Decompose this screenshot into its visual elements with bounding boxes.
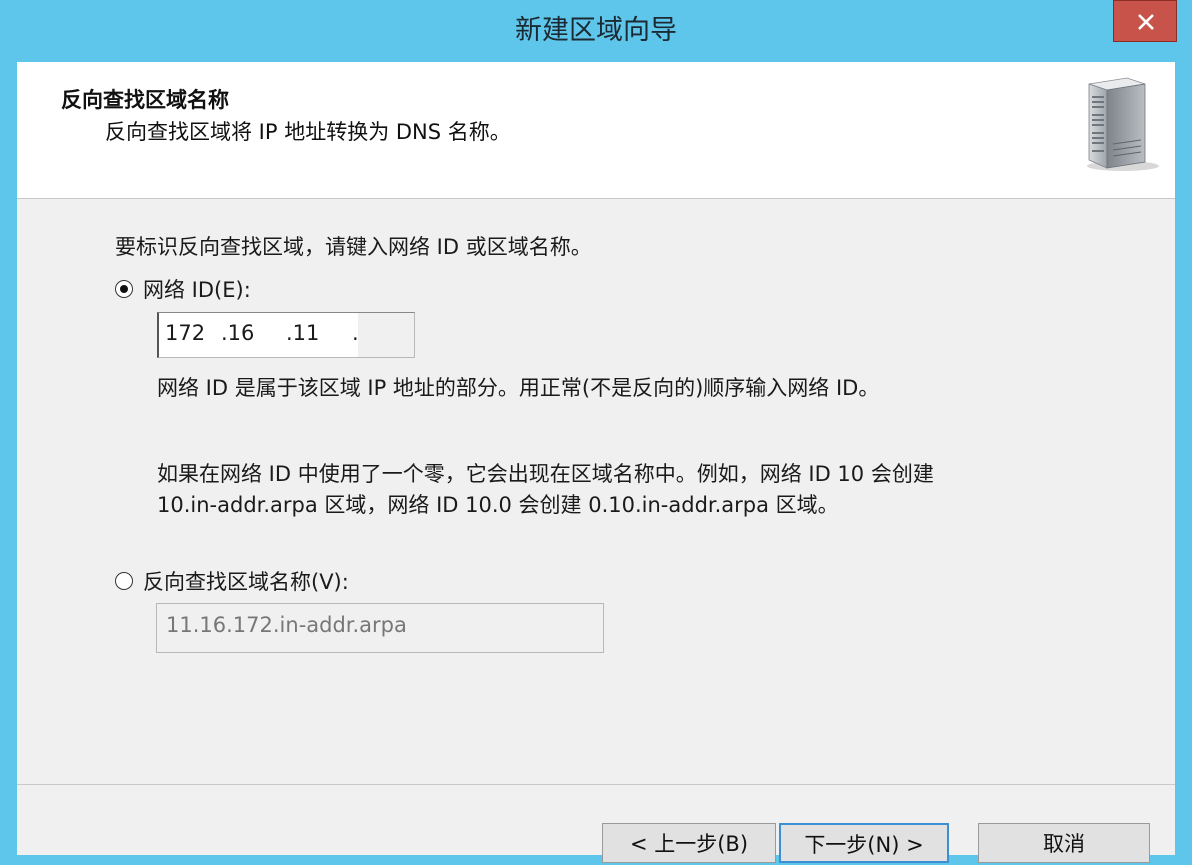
ip-octet-2[interactable]: .16: [221, 321, 254, 345]
network-id-label: 网络 ID(E):: [143, 278, 251, 302]
wizard-window: 新建区域向导 反向查找区域名称 反向查找区域将 IP 地址转换为 DNS 名称。: [0, 0, 1192, 863]
zero-note-line-2: 10.in-addr.arpa 区域，网络 ID 10.0 会创建 0.10.i…: [157, 493, 839, 517]
page-subtitle: 反向查找区域将 IP 地址转换为 DNS 名称。: [105, 120, 511, 144]
instruction-text: 要标识反向查找区域，请键入网络 ID 或区域名称。: [115, 235, 592, 259]
wizard-header: 反向查找区域名称 反向查找区域将 IP 地址转换为 DNS 名称。: [17, 62, 1175, 199]
cancel-button[interactable]: 取消: [978, 823, 1150, 863]
back-button[interactable]: < 上一步(B): [602, 823, 776, 863]
network-id-option[interactable]: 网络 ID(E):: [115, 274, 251, 304]
next-button[interactable]: 下一步(N) >: [779, 823, 949, 863]
zone-name-label: 反向查找区域名称(V):: [143, 570, 349, 594]
ip-octet-1[interactable]: 172: [165, 321, 205, 345]
close-button[interactable]: [1113, 0, 1177, 42]
server-icon: [1087, 77, 1159, 171]
close-icon: [1138, 14, 1154, 30]
network-id-description: 网络 ID 是属于该区域 IP 地址的部分。用正常(不是反向的)顺序输入网络 I…: [157, 376, 880, 400]
zone-name-input[interactable]: 11.16.172.in-addr.arpa: [156, 603, 604, 653]
window-title: 新建区域向导: [515, 15, 677, 46]
zero-note-line-1: 如果在网络 ID 中使用了一个零，它会出现在区域名称中。例如，网络 ID 10 …: [157, 462, 934, 486]
ip-octet-4[interactable]: .: [352, 321, 359, 345]
ip-octet-3[interactable]: .11: [286, 321, 319, 345]
network-id-input[interactable]: 172 .16 .11 .: [157, 312, 415, 358]
zone-name-radio[interactable]: [115, 572, 133, 590]
network-id-radio[interactable]: [115, 280, 133, 298]
page-title: 反向查找区域名称: [61, 88, 229, 112]
title-bar[interactable]: 新建区域向导: [0, 0, 1192, 62]
zone-name-option[interactable]: 反向查找区域名称(V):: [115, 566, 349, 596]
wizard-body: 要标识反向查找区域，请键入网络 ID 或区域名称。 网络 ID(E): 172 …: [17, 199, 1175, 863]
button-divider: [17, 784, 1175, 785]
